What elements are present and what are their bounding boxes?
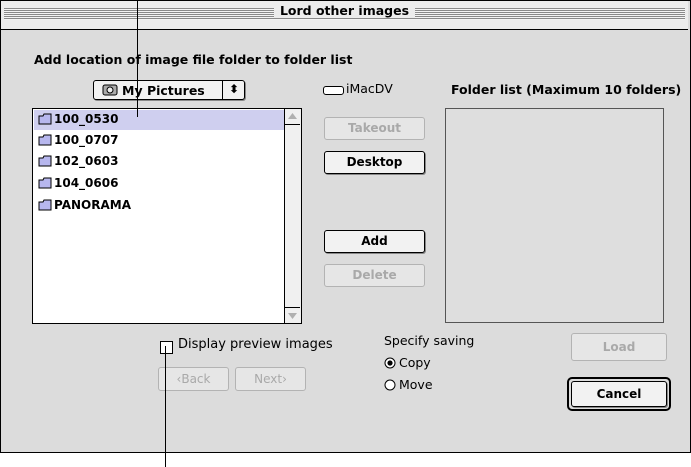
cancel-button[interactable]: Cancel (571, 381, 667, 407)
add-button[interactable]: Add (324, 230, 425, 253)
list-item[interactable]: 104_0606 (34, 174, 284, 194)
list-item-label: 100_0707 (54, 133, 119, 147)
next-button[interactable]: Next› (235, 367, 306, 391)
list-item-label: PANORAMA (54, 198, 131, 212)
location-label: Add location of image file folder to fol… (34, 52, 353, 67)
title-wrap: Lord other images (1, 3, 688, 18)
list-item[interactable]: 100_0707 (34, 131, 284, 151)
folder-icon (38, 113, 52, 125)
move-radio[interactable] (384, 379, 396, 394)
radio-unselected-icon (384, 379, 396, 391)
preview-label: Display preview images (178, 337, 333, 352)
move-radio-label: Move (399, 377, 433, 392)
list-item[interactable]: 100_0530 (34, 110, 284, 130)
copy-radio-label: Copy (399, 355, 431, 370)
location-popup-value: My Pictures (122, 83, 205, 98)
callout-line-top (137, 0, 138, 117)
load-button[interactable]: Load (571, 333, 667, 361)
volume-name: iMacDV (346, 81, 393, 96)
copy-radio[interactable] (384, 357, 396, 372)
desktop-button[interactable]: Desktop (324, 151, 425, 174)
list-item[interactable]: PANORAMA (34, 196, 284, 216)
title-bar[interactable]: Lord other images (1, 1, 688, 30)
window-title: Lord other images (273, 3, 416, 18)
location-popup[interactable]: My Pictures ⬍ (93, 80, 245, 100)
delete-button[interactable]: Delete (324, 264, 425, 287)
folder-list-box[interactable] (445, 108, 664, 323)
callout-line-bottom (165, 346, 166, 467)
list-item-label: 102_0603 (54, 154, 119, 168)
saving-label: Specify saving (384, 333, 475, 348)
disk-icon (102, 83, 118, 100)
folder-icon (38, 199, 52, 211)
radio-selected-icon (384, 357, 396, 369)
folder-list-label: Folder list (Maximum 10 folders) (451, 82, 682, 97)
folder-icon (38, 134, 52, 146)
popup-arrows-icon: ⬍ (229, 82, 240, 96)
list-item-label: 104_0606 (54, 176, 119, 190)
back-button[interactable]: ‹Back (158, 367, 229, 391)
folder-icon (38, 155, 52, 167)
takeout-button[interactable]: Takeout (324, 117, 425, 140)
folder-icon (38, 177, 52, 189)
list-item[interactable]: 102_0603 (34, 152, 284, 172)
preview-checkbox[interactable] (160, 341, 173, 354)
list-scrollbar[interactable] (284, 109, 301, 323)
scroll-up-arrow-icon[interactable] (285, 109, 300, 125)
scroll-down-arrow-icon[interactable] (285, 307, 300, 323)
folder-browser-list[interactable]: 100_0530 100_0707 102_0603 104_0606 PANO… (32, 108, 302, 324)
popup-divider (222, 80, 223, 100)
volume-icon (323, 86, 344, 95)
list-item-label: 100_0530 (54, 112, 119, 126)
